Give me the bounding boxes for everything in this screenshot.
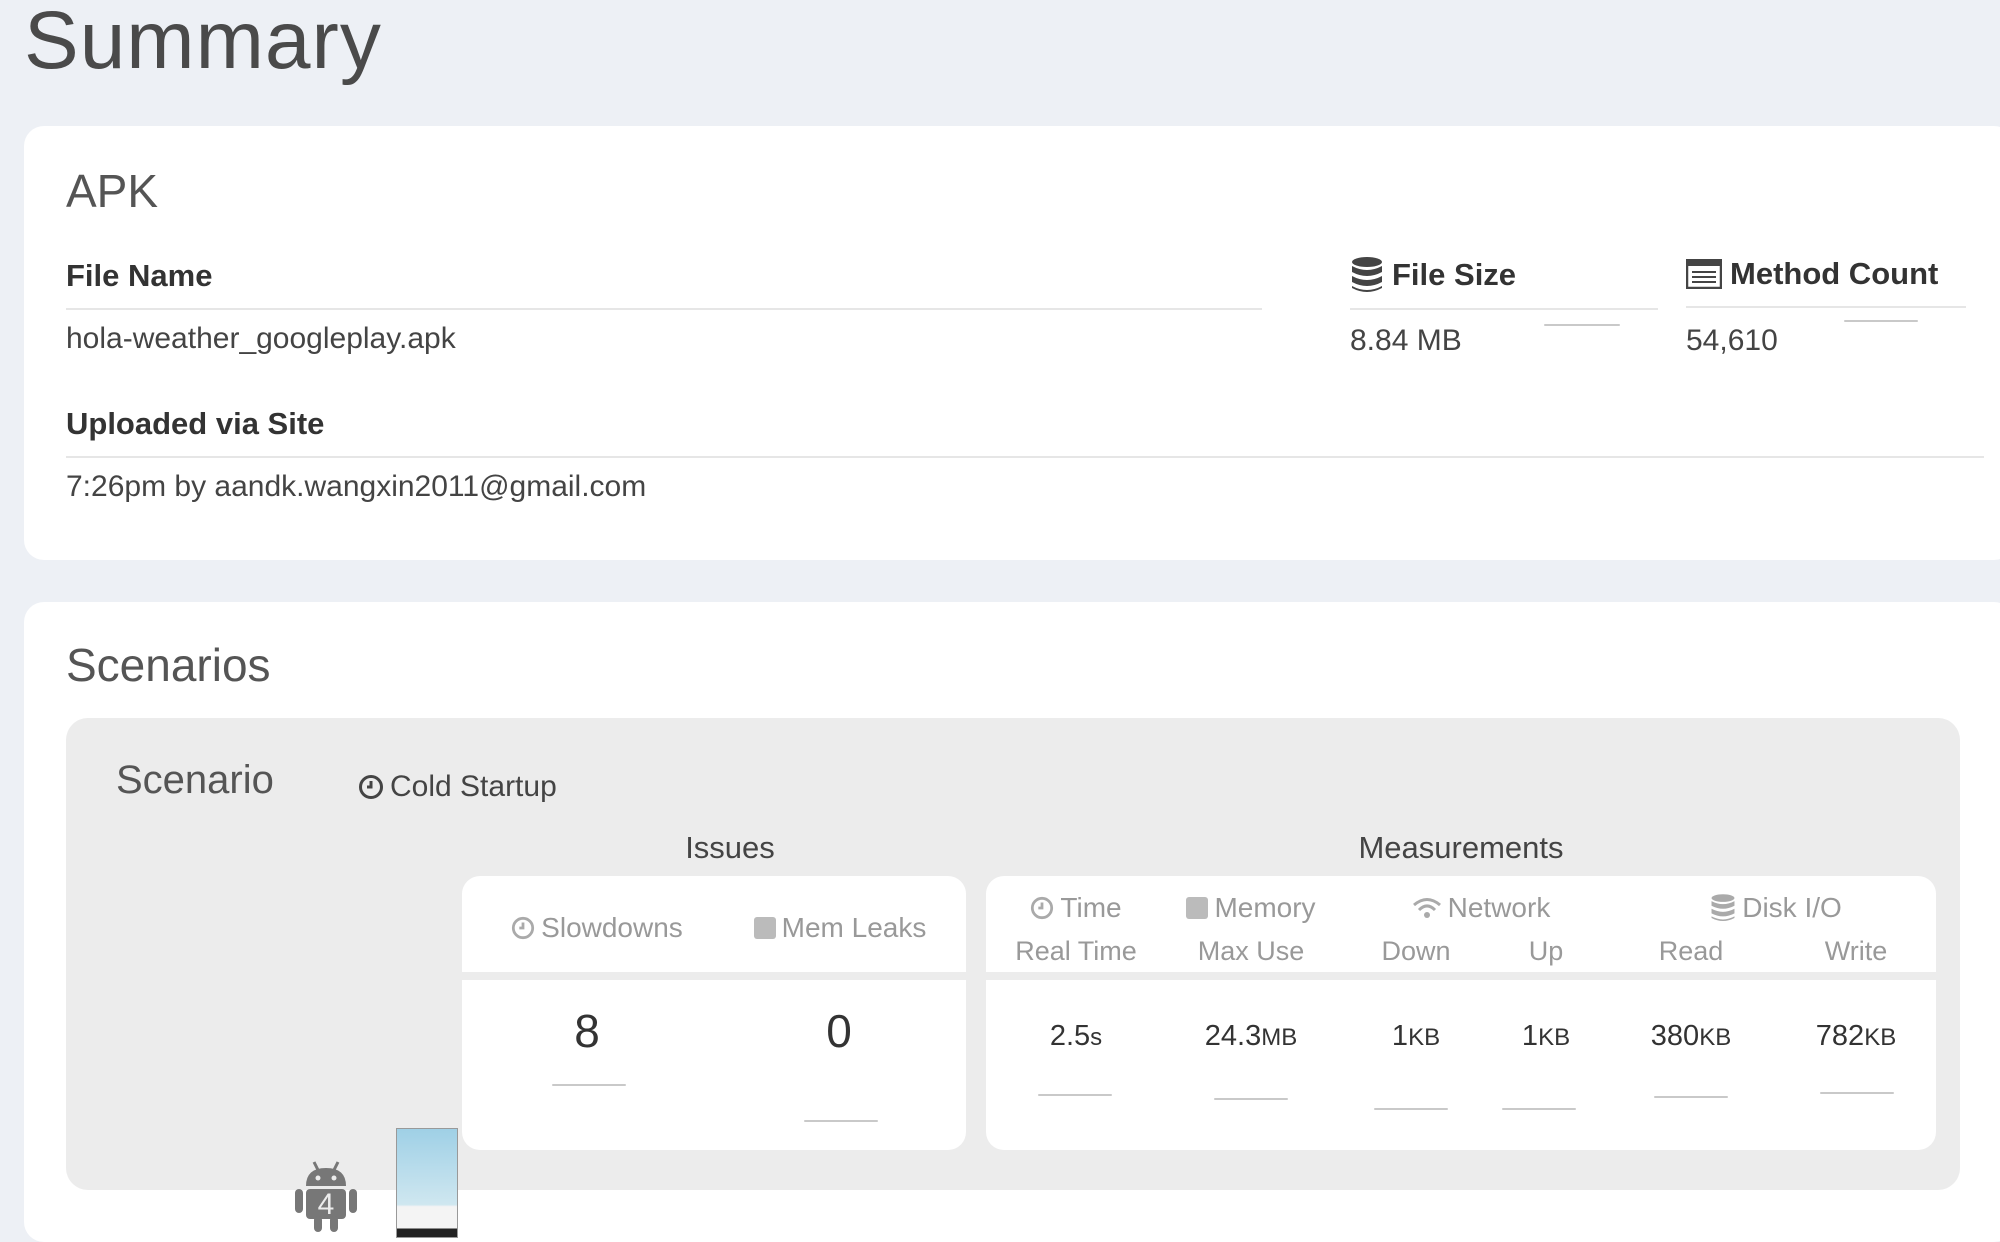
memory-sparkline: [1214, 1098, 1288, 1100]
network-up-subheader: Up: [1528, 936, 1564, 966]
file-name-value: hola-weather_googleplay.apk: [66, 322, 456, 355]
file-size-value: 8.84 MB: [1350, 324, 1462, 357]
mem-leaks-sparkline: [804, 1120, 878, 1122]
slowdowns-sparkline: [552, 1084, 626, 1086]
page-title: Summary: [24, 0, 382, 86]
network-down-subheader: Down: [1381, 936, 1451, 966]
memory-value[interactable]: 24.3MB: [1166, 1020, 1336, 1053]
network-up-sparkline: [1502, 1108, 1576, 1110]
disk-write-sparkline: [1820, 1092, 1894, 1094]
apk-card-title: APK: [66, 165, 159, 217]
clock-icon: [359, 775, 383, 799]
uploaded-label: Uploaded via Site: [66, 406, 1984, 458]
file-name-label: File Name: [66, 258, 1262, 310]
file-size-sparkline: [1544, 324, 1620, 326]
database-icon: [1352, 257, 1382, 292]
uploaded-value: 7:26pm by aandk.wangxin2011@gmail.com: [66, 470, 647, 503]
time-sparkline: [1038, 1094, 1112, 1096]
memory-chip-icon: [1186, 897, 1209, 919]
measurements-panel: Time Real Time Memory Max Use Network Do…: [986, 876, 1936, 1150]
slowdowns-value[interactable]: 8: [522, 1004, 652, 1058]
list-icon: [1686, 259, 1722, 289]
disk-write-value[interactable]: 782KB: [1786, 1020, 1926, 1053]
clock-icon: [1031, 896, 1054, 920]
issues-heading: Issues: [685, 830, 775, 865]
memory-subheader: Max Use: [1197, 936, 1305, 966]
scenario-title: Scenario: [116, 758, 274, 802]
disk-read-sparkline: [1654, 1096, 1728, 1098]
method-count-value: 54,610: [1686, 324, 1778, 357]
scenarios-card-title: Scenarios: [66, 639, 271, 691]
memory-chip-icon: [753, 917, 776, 939]
database-icon: [1711, 894, 1735, 921]
scenario-type: Cold Startup: [358, 770, 557, 804]
time-subheader: Real Time: [1015, 936, 1137, 966]
memory-column-header: Memory: [1166, 892, 1336, 924]
android-api-level: 4: [318, 1188, 335, 1221]
android-icon: 4: [295, 1161, 357, 1232]
disk-io-column-header: Disk I/O: [1626, 892, 1926, 924]
issues-panel: Slowdowns Mem Leaks 8 0: [462, 876, 966, 1150]
network-down-value[interactable]: 1KB: [1356, 1020, 1476, 1053]
scenarios-card: Scenarios Scenario Cold Startup Issues M…: [24, 602, 2000, 1242]
disk-read-subheader: Read: [1658, 936, 1724, 966]
clock-icon: [512, 916, 535, 940]
measurements-heading: Measurements: [1358, 830, 1564, 865]
app-screenshot-thumbnail[interactable]: [396, 1128, 458, 1238]
wifi-icon: [1412, 898, 1441, 918]
network-up-value[interactable]: 1KB: [1486, 1020, 1606, 1053]
mem-leaks-column-header: Mem Leaks: [730, 912, 950, 944]
network-column-header: Network: [1356, 892, 1606, 924]
disk-write-subheader: Write: [1824, 936, 1888, 966]
time-column-header: Time: [996, 892, 1156, 924]
file-size-label: File Size: [1350, 256, 1658, 310]
network-down-sparkline: [1374, 1108, 1448, 1110]
time-value[interactable]: 2.5s: [996, 1020, 1156, 1053]
slowdowns-column-header: Slowdowns: [482, 912, 712, 944]
method-count-sparkline: [1844, 320, 1918, 322]
scenario-box: Scenario Cold Startup Issues Measurement…: [66, 718, 1960, 1238]
method-count-label: Method Count: [1686, 256, 1966, 308]
mem-leaks-value[interactable]: 0: [774, 1004, 904, 1058]
apk-card: APK File Name hola-weather_googleplay.ap…: [24, 126, 2000, 560]
disk-read-value[interactable]: 380KB: [1626, 1020, 1756, 1053]
